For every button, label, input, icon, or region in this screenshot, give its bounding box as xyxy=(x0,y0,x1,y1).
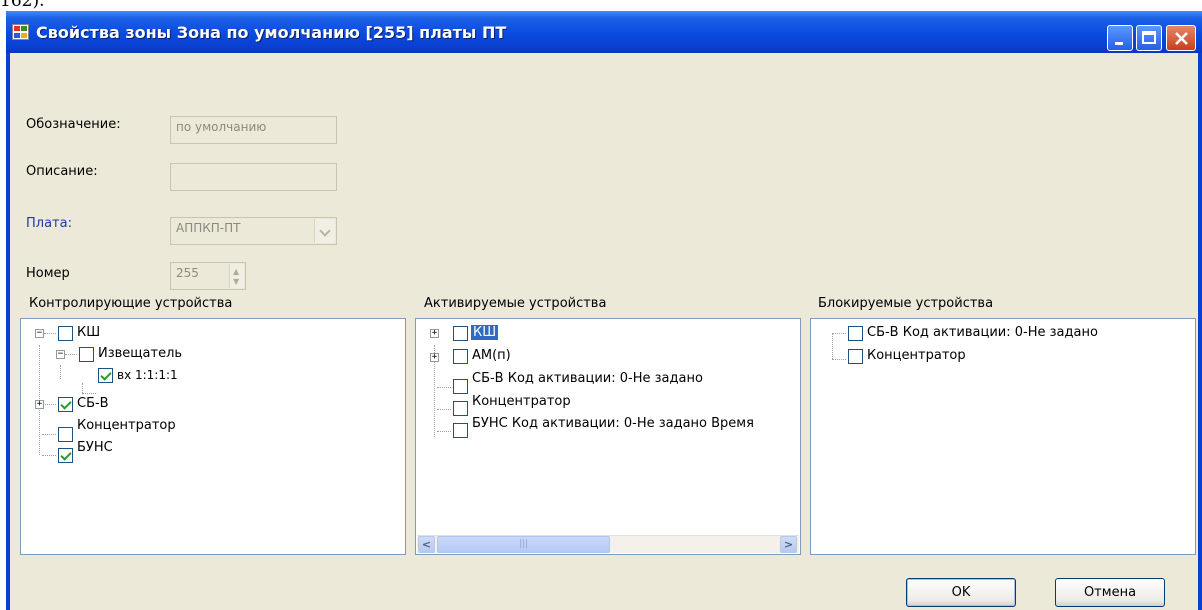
board-select-value: АППКП-ПТ xyxy=(176,221,241,235)
board-select[interactable]: АППКП-ПТ xyxy=(170,217,337,245)
tree-item-sbv[interactable]: СБ-В xyxy=(75,396,111,411)
controlling-devices-title: Контролирующие устройства xyxy=(29,296,233,311)
number-label: Номер xyxy=(26,266,70,281)
title-bar[interactable]: Свойства зоны Зона по умолчанию [255] пл… xyxy=(6,11,1202,53)
app-icon xyxy=(12,24,29,40)
window-title: Свойства зоны Зона по умолчанию [255] пл… xyxy=(36,23,507,42)
tree-item-concentrator[interactable]: Концентратор xyxy=(75,418,178,433)
tree-item-ksh-selected[interactable]: КШ xyxy=(471,325,499,340)
blocked-devices-tree[interactable]: СБ-В Код активации: 0-Не задано Концентр… xyxy=(810,318,1196,555)
designation-label: Обозначение: xyxy=(26,117,121,132)
minimize-icon xyxy=(1115,42,1123,45)
checkbox-ksh[interactable] xyxy=(453,326,468,341)
checkbox-buns[interactable] xyxy=(58,448,73,463)
spin-up-icon: ▲ xyxy=(233,267,240,276)
tree-item-sbv[interactable]: СБ-В Код активации: 0-Не задано xyxy=(865,325,1100,340)
checkbox-concentrator[interactable] xyxy=(848,349,863,364)
checkbox-buns[interactable] xyxy=(453,423,468,438)
controlling-devices-tree[interactable]: − КШ − Извещатель вх 1:1:1:1 + СБ-В Конц… xyxy=(20,318,406,555)
tree-item-input-1111[interactable]: вх 1:1:1:1 xyxy=(115,368,180,382)
activated-devices-tree[interactable]: + КШ + АМ(п) СБ-В Код активации: 0-Не за… xyxy=(415,318,801,555)
checkbox-sbv[interactable] xyxy=(453,379,468,394)
tree-item-detector[interactable]: Извещатель xyxy=(96,346,184,361)
close-icon xyxy=(1175,32,1188,45)
spin-down-icon: ▼ xyxy=(233,277,240,286)
tree-item-buns[interactable]: БУНС xyxy=(75,440,115,455)
blocked-devices-title: Блокируемые устройства xyxy=(818,296,994,311)
checkbox-sbv[interactable] xyxy=(848,326,863,341)
tree-item-buns[interactable]: БУНС Код активации: 0-Не задано Время xyxy=(470,416,756,431)
maximize-button[interactable] xyxy=(1136,25,1162,51)
checkbox-input-1111[interactable] xyxy=(98,368,113,383)
maximize-icon xyxy=(1142,31,1156,44)
dialog-window: Свойства зоны Зона по умолчанию [255] пл… xyxy=(6,11,1202,610)
description-field[interactable] xyxy=(170,163,337,191)
checkbox-detector[interactable] xyxy=(79,347,94,362)
board-label: Плата: xyxy=(26,216,72,231)
scrollbar-thumb[interactable]: ||| xyxy=(437,536,610,553)
designation-field[interactable]: по умолчанию xyxy=(170,116,337,144)
horizontal-scrollbar[interactable]: < ||| > xyxy=(417,535,799,553)
tree-item-amp[interactable]: АМ(п) xyxy=(470,348,513,363)
activated-devices-title: Активируемые устройства xyxy=(424,296,607,311)
checkbox-sbv[interactable] xyxy=(58,397,73,412)
description-label: Описание: xyxy=(26,164,98,179)
spin-buttons[interactable]: ▲ ▼ xyxy=(229,264,244,288)
chevron-down-icon[interactable] xyxy=(314,219,335,243)
tree-item-concentrator[interactable]: Концентратор xyxy=(470,394,573,409)
background-text: 162). xyxy=(0,0,45,11)
expand-toggle-icon[interactable]: + xyxy=(35,400,44,409)
collapse-toggle-icon[interactable]: − xyxy=(56,350,65,359)
checkbox-ksh[interactable] xyxy=(58,326,73,341)
number-value: 255 xyxy=(176,266,199,280)
tree-item-ksh[interactable]: КШ xyxy=(75,325,102,340)
checkbox-concentrator[interactable] xyxy=(58,427,73,442)
ok-button[interactable]: OK xyxy=(906,578,1016,607)
scroll-right-icon[interactable]: > xyxy=(780,536,797,553)
close-button[interactable] xyxy=(1166,25,1196,51)
expand-toggle-icon[interactable]: + xyxy=(430,353,439,362)
tree-item-sbv[interactable]: СБ-В Код активации: 0-Не задано xyxy=(470,371,705,386)
number-spinner[interactable]: 255 ▲ ▼ xyxy=(170,262,246,290)
tree-item-concentrator[interactable]: Концентратор xyxy=(865,348,968,363)
scroll-left-icon[interactable]: < xyxy=(418,536,435,553)
expand-toggle-icon[interactable]: + xyxy=(430,329,439,338)
dialog-client-area: Обозначение: по умолчанию Описание: Плат… xyxy=(10,53,1198,610)
cancel-button[interactable]: Отмена xyxy=(1055,578,1165,607)
checkbox-concentrator[interactable] xyxy=(453,401,468,416)
collapse-toggle-icon[interactable]: − xyxy=(35,329,44,338)
checkbox-amp[interactable] xyxy=(453,349,468,364)
minimize-button[interactable] xyxy=(1107,25,1133,51)
